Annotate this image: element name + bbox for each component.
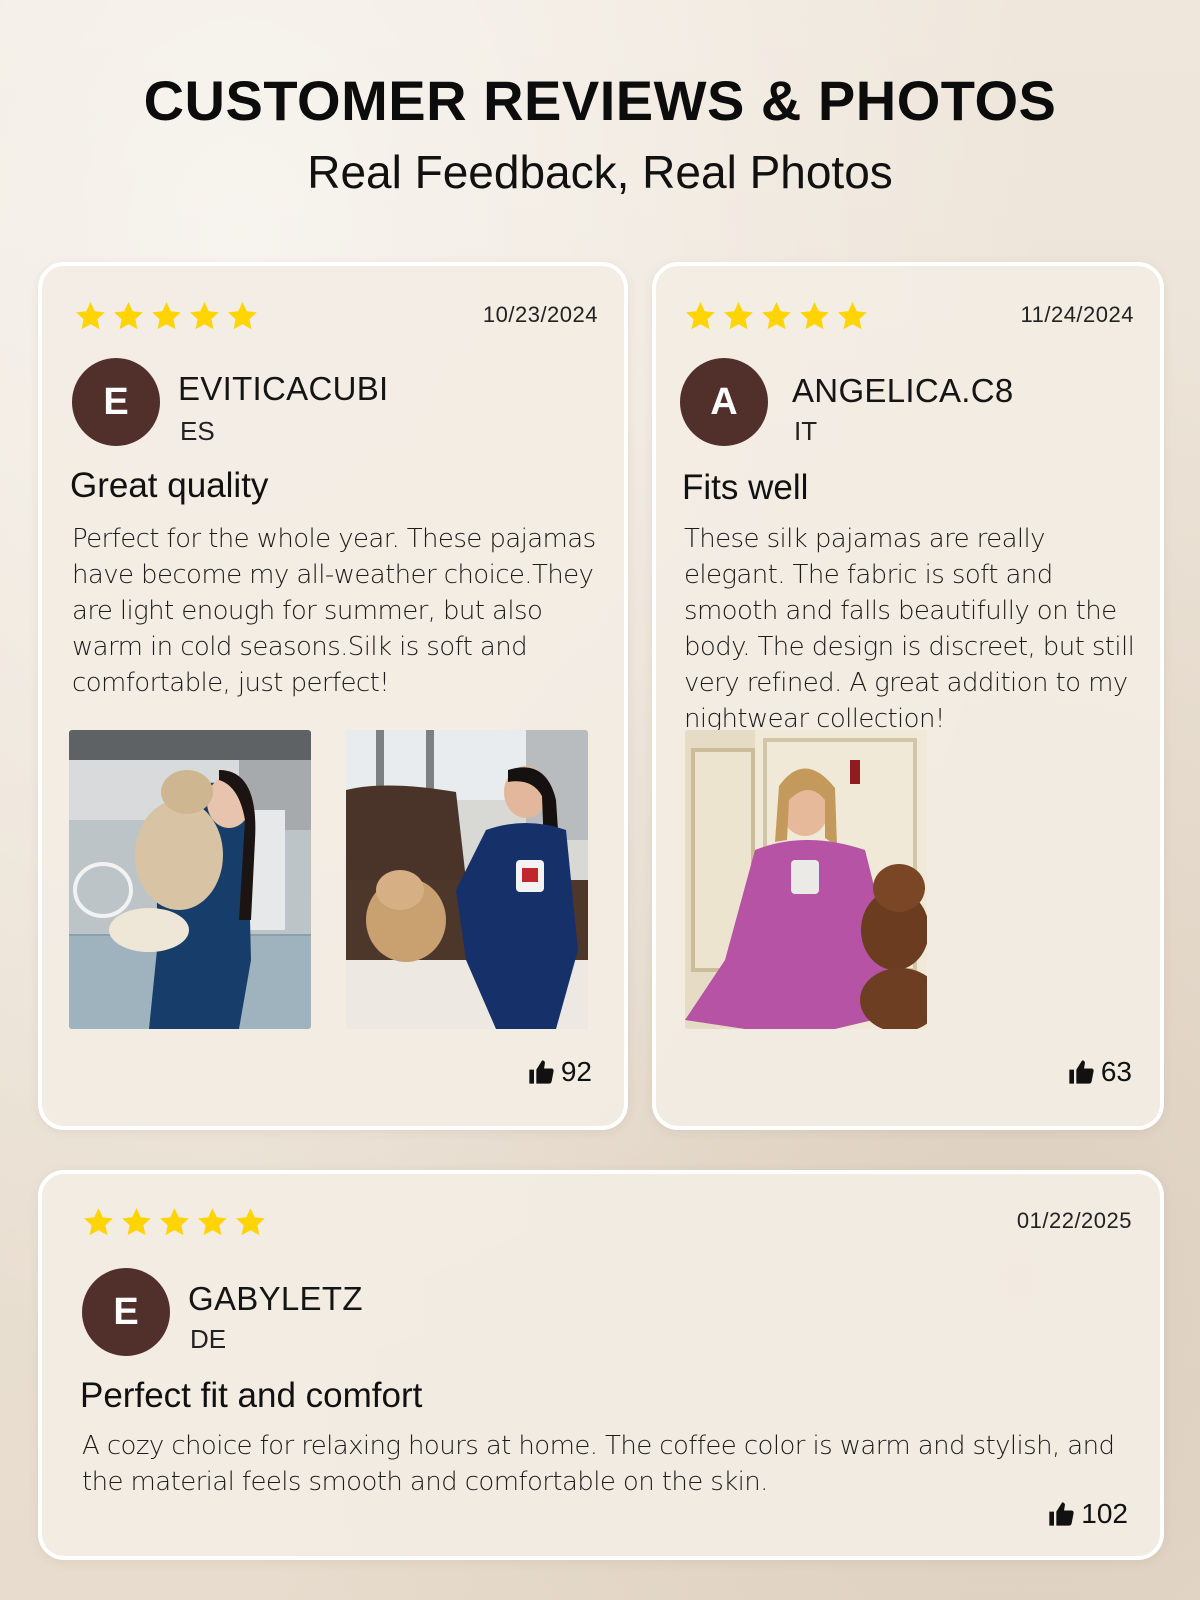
review-photo[interactable]	[685, 730, 927, 1029]
avatar: E	[72, 358, 160, 446]
reviewer-country: IT	[794, 416, 818, 446]
avatar: E	[82, 1268, 170, 1356]
star-icon	[838, 302, 867, 330]
review-card: 10/23/2024 E EVITICACUBI ES Great qualit…	[38, 262, 628, 1130]
like-button[interactable]: 102	[1047, 1498, 1128, 1530]
reviewer-name: ANGELICA.C8	[792, 372, 1014, 409]
page-subtitle: Real Feedback, Real Photos	[307, 146, 893, 198]
like-count: 92	[560, 1056, 592, 1087]
avatar: A	[680, 358, 768, 446]
page-title: CUSTOMER REVIEWS & PHOTOS	[143, 69, 1057, 132]
star-rating	[82, 1206, 267, 1239]
reviewer-country: ES	[180, 416, 215, 446]
review-date: 10/23/2024	[482, 302, 598, 327]
review-card: 11/24/2024 A ANGELICA.C8 IT Fits well Th…	[652, 262, 1164, 1130]
star-icon	[190, 302, 219, 330]
review-body: These silk pajamas are really elegant. T…	[684, 524, 1135, 734]
review-card: 01/22/2025 E GABYLETZ DE Perfect fit and…	[38, 1170, 1164, 1560]
star-icon	[114, 302, 143, 330]
star-icon	[198, 1208, 227, 1236]
thumbs-up-icon	[1069, 1060, 1094, 1084]
reviewer-name: GABYLETZ	[188, 1280, 363, 1317]
star-icon	[686, 302, 715, 330]
review-photo[interactable]	[346, 730, 588, 1029]
star-rating	[74, 300, 259, 333]
reviewer-country: DE	[190, 1324, 227, 1354]
like-count: 102	[1081, 1498, 1128, 1529]
star-icon	[122, 1208, 151, 1236]
photo-woman-with-dog-on-sofa	[346, 730, 588, 1029]
review-body: Perfect for the whole year. These pajama…	[72, 524, 596, 698]
review-date: 11/24/2024	[1020, 302, 1134, 327]
star-icon	[160, 1208, 189, 1236]
star-icon	[724, 302, 753, 330]
photo-woman-hugging-dog	[69, 730, 311, 1029]
star-icon	[152, 302, 181, 330]
photo-woman-pink-pajamas-teddy	[685, 730, 927, 1029]
star-icon	[84, 1208, 113, 1236]
star-icon	[76, 302, 105, 330]
like-button[interactable]: 63	[1067, 1056, 1132, 1088]
star-icon	[762, 302, 791, 330]
star-icon	[228, 302, 257, 330]
thumbs-up-icon	[529, 1060, 554, 1084]
like-button[interactable]: 92	[527, 1056, 592, 1088]
thumbs-up-icon	[1049, 1502, 1074, 1526]
review-body: A cozy choice for relaxing hours at home…	[82, 1431, 1115, 1497]
review-date: 01/22/2025	[1016, 1208, 1132, 1233]
review-title: Great quality	[70, 466, 269, 505]
star-rating	[684, 300, 869, 333]
review-title: Fits well	[682, 468, 809, 507]
like-count: 63	[1100, 1056, 1132, 1087]
review-photo[interactable]	[69, 730, 311, 1029]
star-icon	[236, 1208, 265, 1236]
star-icon	[800, 302, 829, 330]
reviewer-name: EVITICACUBI	[178, 370, 389, 407]
review-title: Perfect fit and comfort	[80, 1376, 423, 1415]
